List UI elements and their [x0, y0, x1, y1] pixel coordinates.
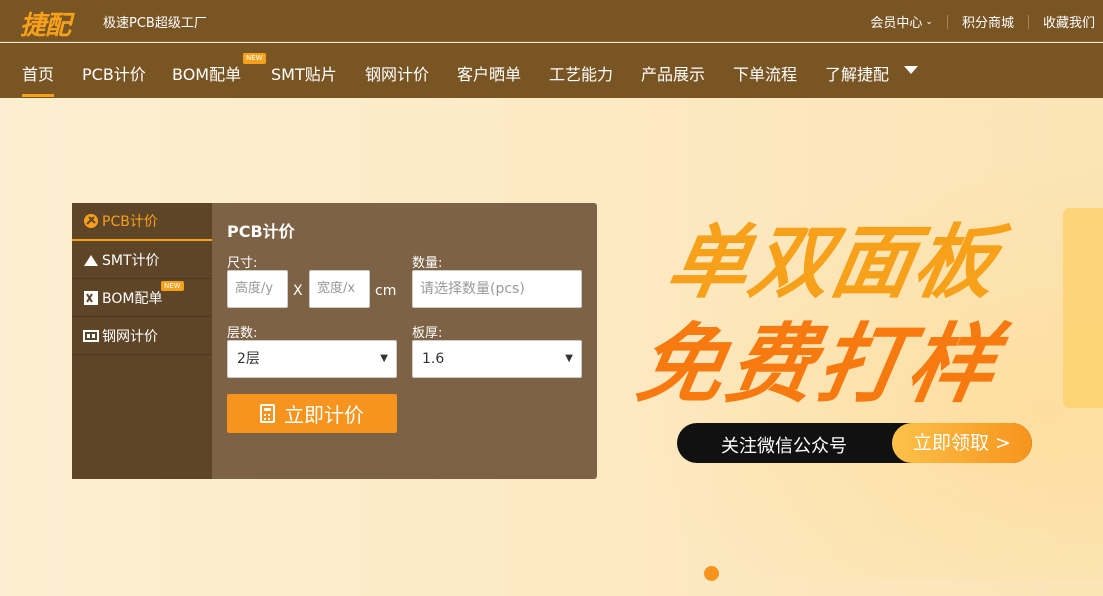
nav-more-caret-icon[interactable]: [904, 66, 918, 74]
quantity-label: 数量:: [412, 256, 443, 271]
new-badge: NEW: [161, 281, 184, 291]
member-center-label: 会员中心: [870, 16, 923, 31]
thickness-label: 板厚:: [412, 326, 443, 341]
nav-item-pcb-quote[interactable]: PCB计价: [82, 61, 146, 85]
layers-label: 层数:: [227, 326, 258, 341]
size-unit: cm: [375, 283, 397, 299]
quote-tabs: PCB计价 SMT计价 BOM配单 NEW 钢网计价: [72, 203, 212, 479]
banner-headline-2: 免费打样: [629, 315, 1008, 415]
wechat-cta-pill: 关注微信公众号 立即领取 >: [677, 423, 1032, 463]
dropdown-arrow-icon: ▼: [565, 353, 573, 364]
tab-stencil[interactable]: 钢网计价: [72, 317, 212, 355]
smt-machine-icon: [82, 252, 100, 268]
site-logo[interactable]: 捷配: [20, 5, 71, 42]
nav-item-capability[interactable]: 工艺能力: [549, 61, 613, 85]
new-badge: NEW: [243, 53, 266, 64]
nav-item-customer-showcase[interactable]: 客户晒单: [457, 61, 521, 85]
stencil-icon: [82, 328, 100, 344]
hero-banner[interactable]: 单双面板 免费打样 关注微信公众号 立即领取 > PCB计价 SMT计价 BOM…: [0, 98, 1103, 596]
pcb-icon: [82, 213, 100, 229]
tab-label: PCB计价: [102, 214, 158, 230]
member-center-link[interactable]: 会员中心 ⌄: [870, 12, 933, 31]
site-slogan: 极速PCB超级工厂: [103, 16, 207, 31]
form-title: PCB计价: [227, 222, 295, 241]
layers-value: 2层: [237, 351, 260, 367]
thickness-select[interactable]: 1.6 ▼: [412, 340, 582, 378]
points-mall-link[interactable]: 积分商城: [962, 12, 1014, 31]
nav-item-about[interactable]: 了解捷配: [825, 61, 889, 85]
nav-item-products[interactable]: 产品展示: [641, 61, 705, 85]
quote-now-label: 立即计价: [284, 403, 364, 427]
calculator-icon: [260, 404, 275, 423]
quantity-field[interactable]: 请选择数量(pcs): [412, 270, 582, 308]
tab-bom[interactable]: BOM配单 NEW: [72, 279, 212, 317]
width-input[interactable]: 宽度/x: [309, 270, 370, 308]
nav-item-bom[interactable]: BOM配单: [172, 61, 241, 85]
tab-label: SMT计价: [102, 252, 160, 269]
nav-item-stencil[interactable]: 钢网计价: [365, 61, 429, 85]
quote-panel: PCB计价 SMT计价 BOM配单 NEW 钢网计价 PCB计价 尺寸: 高度/…: [72, 203, 597, 479]
dropdown-arrow-icon: ▼: [380, 353, 388, 364]
nav-item-order-process[interactable]: 下单流程: [733, 61, 797, 85]
tab-label: 钢网计价: [102, 328, 158, 345]
tab-pcb-quote[interactable]: PCB计价: [72, 203, 212, 241]
top-links: 会员中心 ⌄ 积分商城 收藏我们: [870, 12, 1095, 31]
gift-box-decoration: [1063, 208, 1103, 408]
tab-label: BOM配单: [102, 290, 163, 307]
top-bar: 捷配 极速PCB超级工厂 会员中心 ⌄ 积分商城 收藏我们: [0, 0, 1103, 42]
nav-item-home[interactable]: 首页: [22, 61, 55, 97]
divider: [946, 14, 948, 29]
tab-smt-quote[interactable]: SMT计价: [72, 241, 212, 279]
carousel-dot-active[interactable]: [704, 566, 719, 581]
claim-now-button[interactable]: 立即领取 >: [892, 423, 1032, 463]
size-times-sign: X: [293, 283, 303, 299]
size-label: 尺寸:: [227, 256, 258, 271]
layers-select[interactable]: 2层 ▼: [227, 340, 397, 378]
chevron-down-icon: ⌄: [925, 16, 933, 27]
divider: [1027, 14, 1029, 29]
nav-item-smt[interactable]: SMT贴片: [271, 61, 337, 85]
main-nav: 首页 PCB计价 BOM配单 NEW SMT贴片 钢网计价 客户晒单 工艺能力 …: [0, 43, 1103, 98]
wechat-cta-text: 关注微信公众号: [721, 436, 847, 457]
excel-icon: [82, 290, 100, 306]
height-input[interactable]: 高度/y: [227, 270, 288, 308]
thickness-value: 1.6: [422, 351, 445, 367]
quote-now-button[interactable]: 立即计价: [227, 394, 397, 433]
bookmark-link[interactable]: 收藏我们: [1043, 12, 1095, 31]
